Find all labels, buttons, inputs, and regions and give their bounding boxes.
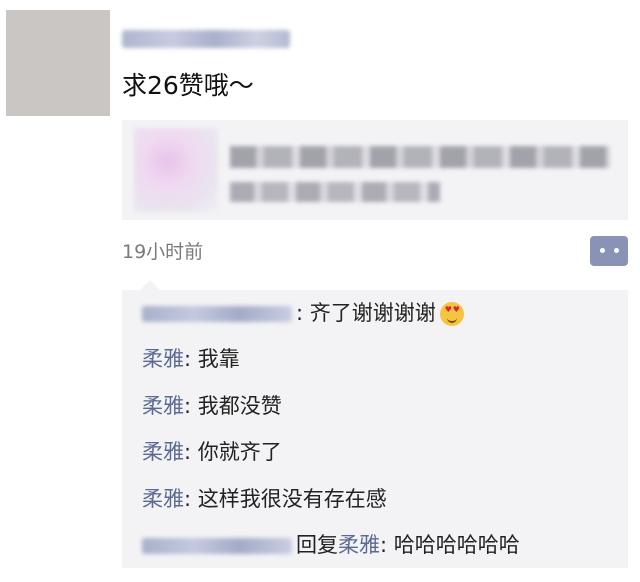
comment-separator: : (184, 347, 198, 371)
comment-body: 我靠 (197, 347, 240, 371)
shared-link-card[interactable] (122, 120, 628, 220)
post-timestamp: 19小时前 (122, 241, 204, 263)
reply-word: 回复 (296, 533, 338, 557)
comment-section: : 齐了谢谢谢谢 柔雅: 我靠 柔雅: 我都没赞 柔雅: 你就齐了 柔雅: 这样… (122, 280, 628, 568)
comment-body: 你就齐了 (197, 440, 282, 464)
comment-bubble-icon[interactable] (590, 236, 628, 266)
comment-separator: : (296, 301, 310, 325)
reply-to-author[interactable]: 柔雅 (338, 533, 380, 557)
username-blurred[interactable] (122, 30, 290, 48)
comment-author-blurred[interactable] (142, 306, 292, 322)
post-text: 求26赞哦～ (122, 71, 254, 100)
avatar[interactable] (6, 10, 110, 116)
comment-item[interactable]: 柔雅: 我都没赞 (142, 391, 282, 421)
smiling-face-with-heart-eyes-icon (439, 302, 464, 326)
comment-separator: : (184, 487, 198, 511)
comment-item[interactable]: 柔雅: 我靠 (142, 344, 240, 374)
comment-separator: : (184, 394, 198, 418)
comment-separator: : (184, 440, 198, 464)
comment-item[interactable]: : 齐了谢谢谢谢 (142, 298, 464, 328)
comment-author[interactable]: 柔雅 (142, 487, 184, 511)
comment-body: 这样我很没有存在感 (197, 487, 387, 511)
comment-item[interactable]: 柔雅: 你就齐了 (142, 437, 282, 467)
comment-body: 齐了谢谢谢谢 (309, 301, 436, 325)
comment-body: 哈哈哈哈哈哈 (393, 533, 520, 557)
comment-item[interactable]: 回复柔雅: 哈哈哈哈哈哈 (142, 530, 520, 560)
moments-post: 求26赞哦～ 19小时前 : 齐了谢谢谢谢 柔雅: 我靠 柔雅: 我都没赞 柔雅… (0, 0, 640, 582)
link-title-blurred-line2 (230, 182, 440, 202)
comment-item[interactable]: 柔雅: 这样我很没有存在感 (142, 484, 387, 514)
link-thumbnail (134, 128, 218, 212)
comment-author-blurred[interactable] (142, 538, 292, 554)
comment-author[interactable]: 柔雅 (142, 347, 184, 371)
link-title-blurred (230, 146, 610, 168)
comment-author[interactable]: 柔雅 (142, 440, 184, 464)
comment-body: 我都没赞 (197, 394, 282, 418)
comment-author[interactable]: 柔雅 (142, 394, 184, 418)
comment-separator: : (380, 533, 394, 557)
